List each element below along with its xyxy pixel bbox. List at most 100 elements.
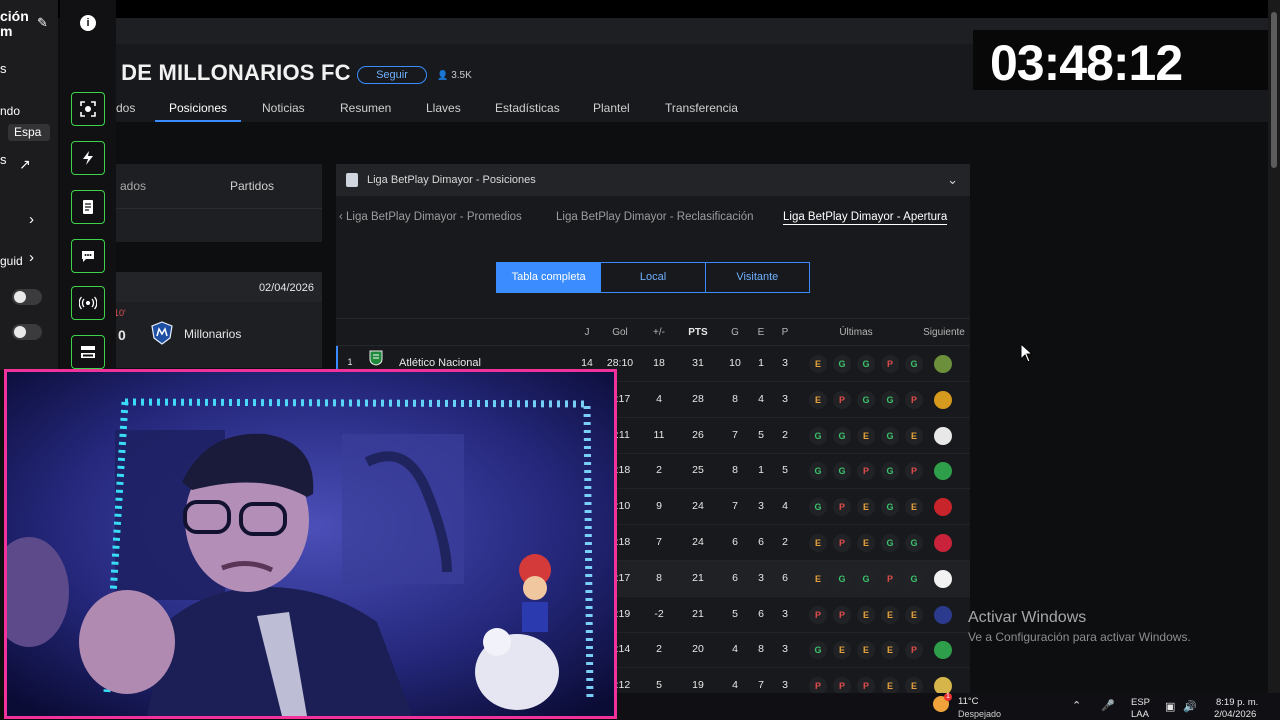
- form-result[interactable]: P: [881, 569, 899, 588]
- form-result[interactable]: G: [905, 569, 923, 588]
- overlay-item-s2[interactable]: s: [0, 152, 7, 167]
- tab-transferencia[interactable]: Transferencia: [665, 101, 738, 115]
- form-result[interactable]: E: [905, 426, 923, 445]
- form-result[interactable]: E: [905, 498, 923, 517]
- form-result[interactable]: P: [881, 355, 899, 373]
- form-result[interactable]: G: [881, 534, 899, 552]
- chevron-down-icon[interactable]: ⌄: [947, 172, 958, 188]
- form-result[interactable]: G: [881, 390, 899, 409]
- form-result[interactable]: G: [881, 426, 899, 445]
- next-opponent-crest-icon[interactable]: [934, 426, 952, 445]
- clock-time[interactable]: 8:19 p. m.: [1216, 697, 1258, 708]
- layout-button[interactable]: [71, 335, 105, 369]
- network-icon[interactable]: ▣: [1165, 700, 1175, 713]
- language-pill[interactable]: Espa: [8, 124, 50, 141]
- next-opponent-crest-icon[interactable]: [934, 534, 952, 552]
- tab-posiciones[interactable]: Posiciones: [169, 101, 227, 115]
- form-result[interactable]: G: [809, 426, 827, 445]
- form-result[interactable]: G: [809, 498, 827, 517]
- next-opponent-crest-icon[interactable]: [934, 641, 952, 660]
- weather-temperature[interactable]: 11°C: [958, 696, 979, 707]
- form-result[interactable]: E: [905, 605, 923, 624]
- page-scrollbar[interactable]: [1268, 0, 1280, 697]
- form-result[interactable]: E: [857, 426, 875, 445]
- filter-visitante[interactable]: Visitante: [706, 263, 809, 292]
- overlay-item-guid[interactable]: guid: [0, 254, 23, 268]
- clock-date[interactable]: 2/04/2026: [1214, 709, 1256, 720]
- broadcast-button[interactable]: [71, 286, 105, 320]
- form-result[interactable]: E: [857, 605, 875, 624]
- subtab-apertura[interactable]: Liga BetPlay Dimayor - Apertura: [783, 211, 948, 225]
- form-result[interactable]: E: [857, 534, 875, 552]
- form-result[interactable]: G: [833, 462, 851, 481]
- expand-icon[interactable]: ↗: [19, 156, 31, 173]
- form-result[interactable]: G: [857, 390, 875, 409]
- chevron-right-icon[interactable]: ›: [29, 211, 34, 228]
- keyboard-layout[interactable]: LAA: [1131, 709, 1149, 720]
- capture-button[interactable]: [71, 92, 105, 126]
- tab-estadisticas[interactable]: Estadísticas: [495, 101, 560, 115]
- form-result[interactable]: P: [833, 605, 851, 624]
- form-result[interactable]: G: [857, 569, 875, 588]
- chat-button[interactable]: [71, 239, 105, 273]
- form-result[interactable]: E: [809, 355, 827, 373]
- form-result[interactable]: P: [809, 605, 827, 624]
- tab-partidos[interactable]: dos: [116, 101, 135, 115]
- chevron-right-icon[interactable]: ›: [29, 249, 34, 266]
- form-result[interactable]: G: [881, 498, 899, 517]
- form-result[interactable]: P: [857, 462, 875, 481]
- info-icon[interactable]: i: [80, 15, 96, 31]
- next-opponent-crest-icon[interactable]: [934, 462, 952, 481]
- standings-header[interactable]: Liga BetPlay Dimayor - Posiciones ⌄: [336, 164, 970, 196]
- form-result[interactable]: E: [881, 641, 899, 660]
- notes-button[interactable]: [71, 190, 105, 224]
- tab-resultados[interactable]: ados: [120, 179, 146, 193]
- form-result[interactable]: G: [809, 641, 827, 660]
- form-result[interactable]: G: [809, 462, 827, 481]
- tab-resumen[interactable]: Resumen: [340, 101, 391, 115]
- filter-tabla-completa[interactable]: Tabla completa: [497, 263, 602, 292]
- form-result[interactable]: P: [833, 390, 851, 409]
- form-result[interactable]: G: [833, 355, 851, 373]
- form-result[interactable]: G: [833, 426, 851, 445]
- form-result[interactable]: P: [905, 390, 923, 409]
- next-opponent-crest-icon[interactable]: [934, 605, 952, 624]
- subtab-promedios[interactable]: ‹ Liga BetPlay Dimayor - Promedios: [339, 211, 522, 223]
- form-result[interactable]: G: [833, 569, 851, 588]
- form-result[interactable]: P: [905, 641, 923, 660]
- team-name[interactable]: Atlético Nacional: [399, 357, 481, 369]
- flash-button[interactable]: [71, 141, 105, 175]
- form-result[interactable]: P: [833, 534, 851, 552]
- form-result[interactable]: G: [905, 355, 923, 373]
- next-opponent-crest-icon[interactable]: [934, 569, 952, 588]
- microphone-icon[interactable]: 🎤: [1101, 699, 1115, 712]
- form-result[interactable]: E: [881, 605, 899, 624]
- form-result[interactable]: G: [905, 534, 923, 552]
- toggle-switch[interactable]: [12, 324, 42, 340]
- form-result[interactable]: G: [881, 462, 899, 481]
- toggle-switch[interactable]: [12, 289, 42, 305]
- overlay-item-s[interactable]: s: [0, 61, 7, 76]
- match-card[interactable]: 02/04/2026 10' 0 Millonarios: [100, 272, 322, 368]
- tab-noticias[interactable]: Noticias: [262, 101, 305, 115]
- show-hidden-icons-icon[interactable]: ⌃: [1072, 699, 1081, 712]
- subtab-reclasificacion[interactable]: Liga BetPlay Dimayor - Reclasificación: [556, 211, 754, 223]
- follow-button[interactable]: Seguir: [357, 66, 427, 84]
- edit-icon[interactable]: ✎: [37, 15, 48, 31]
- form-result[interactable]: E: [857, 641, 875, 660]
- form-result[interactable]: E: [857, 498, 875, 517]
- form-result[interactable]: P: [905, 462, 923, 481]
- next-opponent-crest-icon[interactable]: [934, 390, 952, 409]
- next-opponent-crest-icon[interactable]: [934, 498, 952, 517]
- next-opponent-crest-icon[interactable]: [934, 355, 952, 373]
- form-result[interactable]: E: [833, 641, 851, 660]
- tab-partidos-card[interactable]: Partidos: [230, 179, 274, 193]
- volume-icon[interactable]: 🔊: [1183, 700, 1197, 713]
- scrollbar-thumb[interactable]: [1271, 12, 1277, 168]
- form-result[interactable]: E: [809, 569, 827, 588]
- form-result[interactable]: E: [809, 534, 827, 552]
- keyboard-language[interactable]: ESP: [1131, 697, 1150, 708]
- tab-llaves[interactable]: Llaves: [426, 101, 461, 115]
- weather-description[interactable]: Despejado: [958, 709, 1001, 719]
- form-result[interactable]: P: [833, 498, 851, 517]
